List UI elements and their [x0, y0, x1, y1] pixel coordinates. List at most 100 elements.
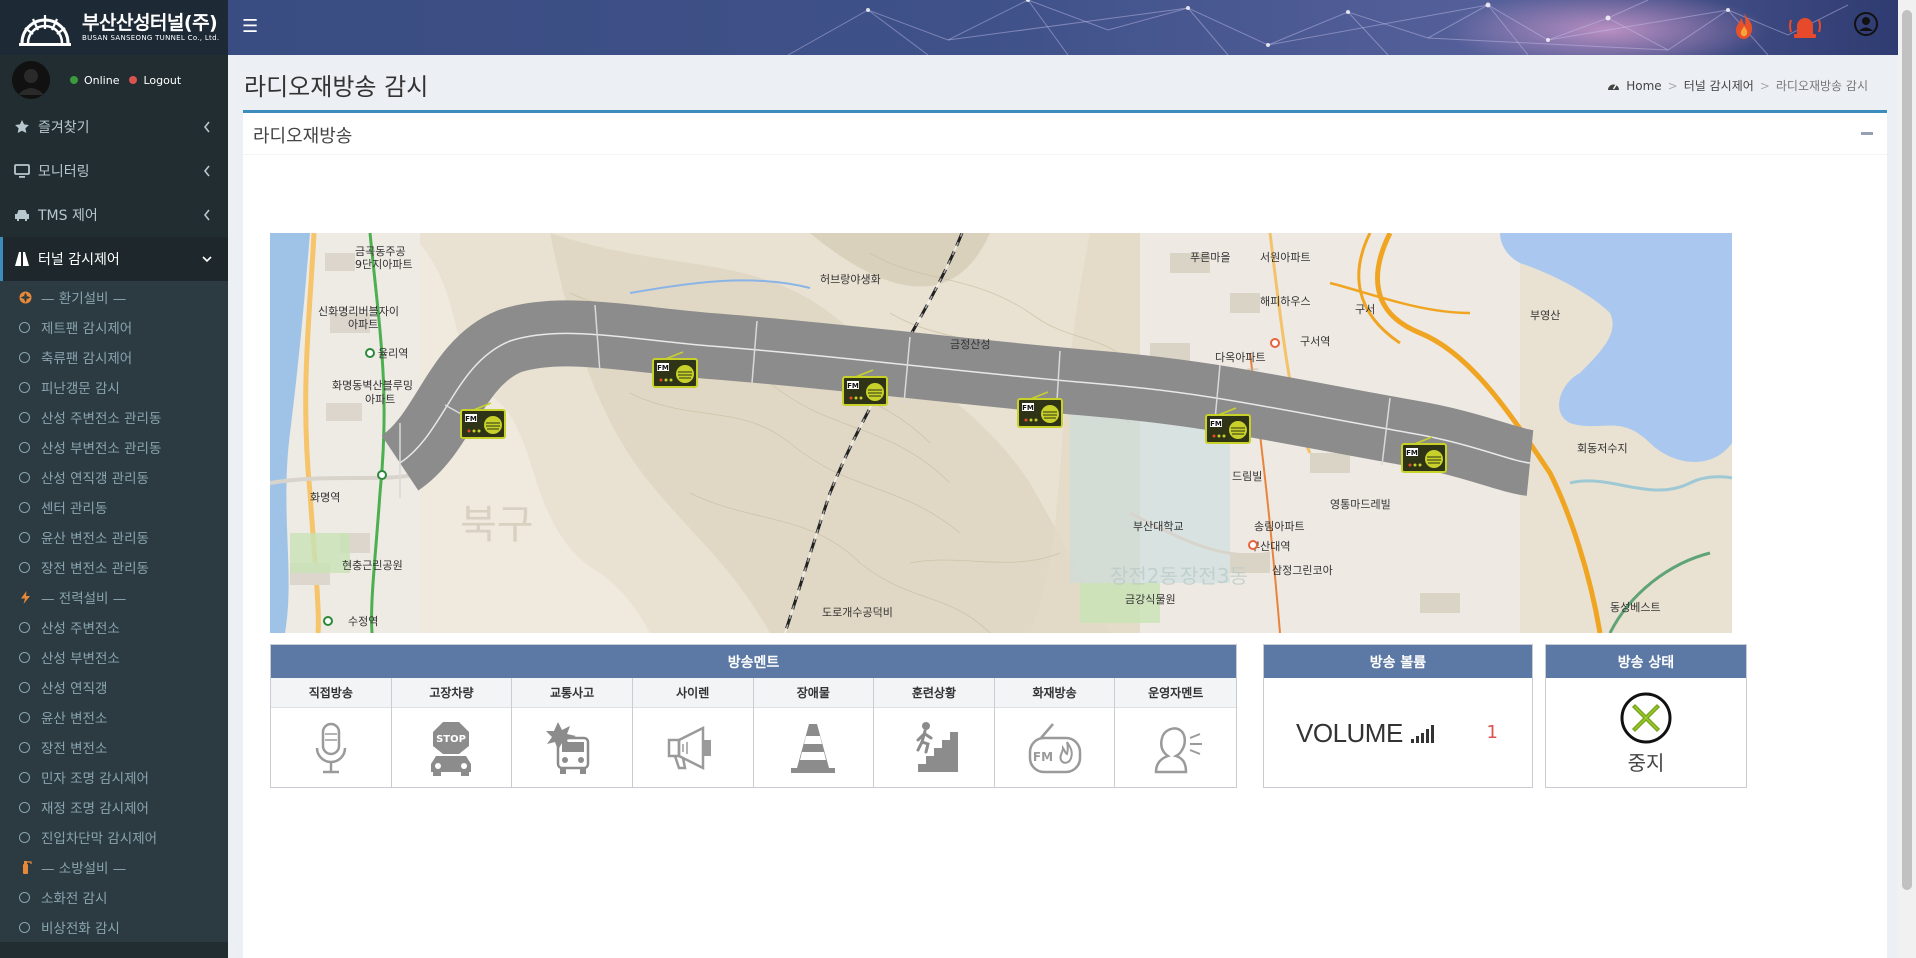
submenu-label: 장전 변전소 관리동	[41, 561, 149, 577]
user-account-icon[interactable]	[1854, 12, 1878, 36]
map-place-label: 해피하우스	[1260, 294, 1311, 308]
ment-broken-vehicle[interactable]: 고장차량 STOP	[391, 678, 513, 788]
ment-direct-broadcast[interactable]: 직접방송	[271, 678, 392, 788]
map-place-label: 푸른마을	[1190, 251, 1230, 264]
menu-label: 터널 감시제어	[38, 252, 120, 268]
menu-tms-control[interactable]: TMS 제어	[0, 193, 228, 237]
breadcrumb-separator: >	[1759, 78, 1770, 93]
ment-siren[interactable]: 사이렌	[632, 678, 754, 788]
submenu-item[interactable]: 산성 부변전소	[0, 642, 228, 672]
submenu-item[interactable]: 비상전화 감시	[0, 912, 228, 942]
submenu-item[interactable]: 재정 조명 감시제어	[0, 792, 228, 822]
svg-text:FM: FM	[1210, 420, 1222, 428]
scrollbar-thumb[interactable]	[1902, 10, 1912, 890]
fan-icon	[19, 291, 32, 303]
map-place-label: 구서	[1355, 303, 1375, 316]
submenu-item[interactable]: 윤산 변전소 관리동	[0, 522, 228, 552]
map-place-label: 신화명리버블자이	[318, 305, 399, 318]
circle-icon	[19, 321, 30, 333]
breadcrumb-home[interactable]: Home	[1626, 79, 1661, 93]
submenu-item[interactable]: 진입차단막 감시제어	[0, 822, 228, 852]
content-wrapper: 라디오재방송 감시 Home > 터널 감시제어 > 라디오재방송 감시 라디오…	[228, 55, 1898, 958]
submenu-label: 산성 연직갱 관리동	[41, 471, 149, 487]
submenu-item[interactable]: 산성 주변전소 관리동	[0, 402, 228, 432]
map-place-label: 구서역	[1300, 335, 1330, 348]
ment-traffic-accident[interactable]: 교통사고	[512, 678, 633, 788]
logout-link[interactable]: Logout	[143, 74, 181, 87]
map-place-label: 수정역	[348, 615, 378, 628]
chevron-left-icon	[203, 209, 210, 221]
ment-label: 화재방송	[994, 678, 1115, 708]
submenu-item[interactable]: 센터 관리동	[0, 492, 228, 522]
menu-label: 즐겨찾기	[38, 120, 90, 136]
breadcrumb-tunnel-control[interactable]: 터널 감시제어	[1684, 77, 1754, 94]
broadcast-ments-panel: 방송멘트 직접방송 고장차량 STOP 교통사고 사이렌 장애물 훈련상황 화재…	[270, 644, 1237, 788]
submenu-item[interactable]: 장전 변전소	[0, 732, 228, 762]
submenu-item[interactable]: 민자 조명 감시제어	[0, 762, 228, 792]
siren-icon[interactable]	[1788, 12, 1822, 40]
menu-favorites[interactable]: 즐겨찾기	[0, 105, 228, 149]
menu-label: 모니터링	[38, 164, 90, 180]
ment-label: 훈련상황	[874, 678, 994, 708]
panel-header: 방송멘트	[271, 645, 1236, 678]
circle-icon	[19, 801, 30, 813]
svg-text:FM: FM	[657, 364, 669, 372]
circle-icon	[19, 531, 30, 543]
ment-operator[interactable]: 운영자멘트	[1115, 678, 1236, 788]
submenu-item[interactable]: 윤산 변전소	[0, 702, 228, 732]
top-header: ☰	[228, 0, 1916, 55]
broadcast-volume-panel: 방송 볼륨 VOLUME 1	[1263, 644, 1533, 788]
ment-label: 고장차량	[391, 678, 512, 708]
sidebar: 부산산성터널(주) BUSAN SANSEONG TUNNEL Co., Ltd…	[0, 0, 228, 958]
submenu-item[interactable]: 산성 연직갱	[0, 672, 228, 702]
map-place-label: 율리역	[378, 347, 408, 360]
submenu-item[interactable]: 축류팬 감시제어	[0, 342, 228, 372]
chevron-down-icon	[202, 256, 212, 263]
car-icon	[15, 210, 29, 221]
map-place-label: 화명역	[310, 491, 340, 504]
map-place-label: 도로개수공덕비	[822, 606, 893, 619]
menu-tunnel-control[interactable]: 터널 감시제어	[0, 237, 228, 281]
ment-label: 직접방송	[271, 678, 391, 708]
monitor-icon	[14, 164, 30, 178]
stop-x-icon	[1620, 692, 1672, 743]
operator-icon	[1154, 726, 1202, 773]
fire-alarm-icon[interactable]	[1733, 12, 1755, 40]
svg-text:북구: 북구	[460, 502, 534, 548]
hamburger-menu-icon[interactable]: ☰	[242, 16, 258, 37]
circle-icon	[19, 921, 30, 933]
online-dot-icon	[70, 76, 78, 84]
page-scrollbar[interactable]	[1898, 0, 1916, 958]
ment-label: 교통사고	[512, 678, 632, 708]
submenu-item[interactable]: 산성 주변전소	[0, 612, 228, 642]
stop-car-icon: STOP	[431, 721, 472, 776]
submenu-item[interactable]: 피난갱문 감시	[0, 372, 228, 402]
box-header: 라디오재방송	[243, 113, 1887, 155]
submenu-item[interactable]: 산성 부변전소 관리동	[0, 432, 228, 462]
map-place-label: 부영산	[1530, 309, 1560, 322]
map-place-label: 금곡동주공	[355, 245, 406, 258]
submenu-label: 산성 주변전소 관리동	[41, 411, 162, 427]
ment-training[interactable]: 훈련상황	[874, 678, 995, 788]
submenu-item[interactable]: 소화전 감시	[0, 882, 228, 912]
submenu: — 환기설비 — 제트팬 감시제어 축류팬 감시제어 피난갱문 감시산성 주변전소 관…	[0, 281, 228, 942]
submenu-item[interactable]: 산성 연직갱 관리동	[0, 462, 228, 492]
signal-bars-icon	[1410, 725, 1434, 743]
menu-monitoring[interactable]: 모니터링	[0, 149, 228, 193]
collapse-minus-icon[interactable]	[1861, 132, 1873, 135]
submenu-item[interactable]: 장전 변전소 관리동	[0, 552, 228, 582]
fm-fire-icon: FM	[1028, 722, 1081, 773]
submenu-item[interactable]: 제트팬 감시제어	[0, 312, 228, 342]
evacuation-icon	[909, 721, 958, 772]
ment-fire-broadcast[interactable]: 화재방송 FM	[994, 678, 1116, 788]
submenu-section-header: — 환기설비 —	[0, 282, 228, 312]
logo[interactable]: 부산산성터널(주) BUSAN SANSEONG TUNNEL Co., Ltd…	[0, 0, 228, 55]
panel-header: 방송 볼륨	[1264, 645, 1532, 678]
map-place-label: 허브랑야생화	[820, 273, 881, 286]
map-canvas: 북구 장전2동 장전3동 구서1동 FMFMFMFMFMFM 금곡동주공9단지아…	[270, 233, 1732, 633]
volume-label: VOLUME	[1296, 717, 1403, 748]
map-place-label: 9단지아파트	[355, 258, 413, 271]
submenu-label: 진입차단막 감시제어	[41, 831, 158, 847]
ment-obstacle[interactable]: 장애물	[753, 678, 875, 788]
dashboard-icon	[1608, 84, 1620, 90]
